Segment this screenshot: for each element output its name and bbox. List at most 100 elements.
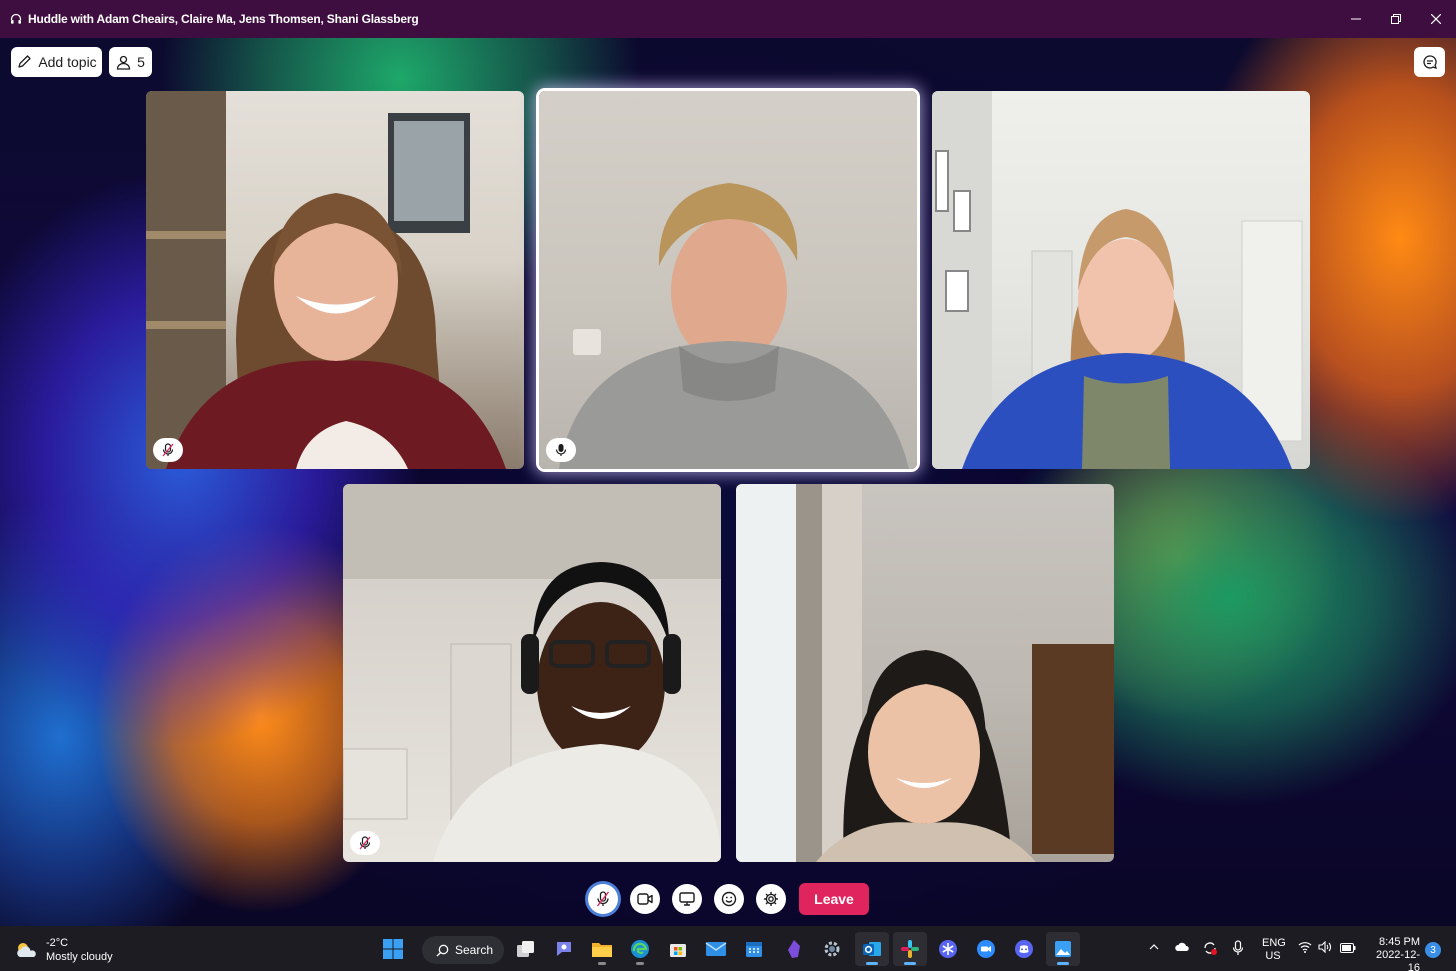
show-hidden-icons-button[interactable] [1148,940,1160,958]
video-tile-participant-4[interactable] [343,484,721,862]
discord-icon [1015,940,1033,958]
photos-button[interactable] [1046,932,1080,966]
app-button-snowflake[interactable] [931,932,965,966]
folder-icon [592,943,612,957]
mic-icon [555,444,567,456]
speaker-icon [1318,940,1332,954]
outlook-icon [863,942,881,956]
toggle-mic-button[interactable] [588,884,618,914]
sync-icon [1204,942,1217,955]
running-indicator [1057,962,1069,965]
language-code: ENG [1262,937,1286,949]
share-screen-button[interactable] [672,884,702,914]
weather-condition: Mostly cloudy [46,951,113,963]
window-title: Huddle with Adam Cheairs, Claire Ma, Jen… [28,12,419,26]
participant-video [146,91,506,469]
chat-bubble-icon [1422,55,1437,70]
thread-button[interactable] [1414,47,1445,77]
video-camera-icon [637,893,653,905]
restore-icon [1391,14,1401,24]
leave-button[interactable]: Leave [799,883,869,915]
running-indicator [904,962,916,965]
windows-taskbar: -2°C Mostly cloudy Search ENG US 8:45 PM… [0,926,1456,971]
emoji-icon [721,891,737,907]
sync-tray-icon[interactable] [1202,940,1218,961]
obsidian-button[interactable] [777,932,811,966]
mic-on-indicator [546,438,576,462]
minimize-button[interactable] [1336,0,1376,38]
pencil-icon [18,55,31,68]
screen-share-icon [679,892,695,906]
participant-video [736,484,1114,862]
mail-button[interactable] [699,932,733,966]
file-explorer-button[interactable] [585,932,619,966]
participants-button[interactable]: 5 [109,47,152,77]
close-button[interactable] [1416,0,1456,38]
region-code: US [1265,950,1281,962]
taskbar-search[interactable]: Search [422,936,504,964]
participant-count: 5 [137,54,145,70]
calendar-icon [746,942,762,957]
microsoft-store-button[interactable] [661,932,695,966]
partly-cloudy-icon [17,943,36,957]
cloud-icon [1175,942,1189,951]
minimize-icon [1351,18,1361,20]
snowflake-icon [939,940,957,958]
zoom-button[interactable] [969,932,1003,966]
edge-icon [631,940,649,958]
mic-off-icon [162,443,174,457]
zoom-icon [977,940,995,958]
edge-button[interactable] [623,932,657,966]
title-bar: Huddle with Adam Cheairs, Claire Ma, Jen… [0,0,1456,38]
search-label: Search [455,943,494,957]
outlook-button[interactable] [855,932,889,966]
add-topic-label: Add topic [38,54,97,70]
running-indicator [866,962,878,965]
volume-tray-icon[interactable] [1318,940,1332,958]
gear-icon [824,941,840,957]
calendar-button[interactable] [737,932,771,966]
battery-tray-icon[interactable] [1340,940,1356,958]
notification-badge[interactable]: 3 [1425,942,1441,958]
onedrive-tray-icon[interactable] [1174,940,1190,959]
microphone-tray-icon[interactable] [1232,940,1244,961]
task-view-icon [517,941,534,957]
running-indicator [598,962,606,965]
system-clock[interactable]: 8:45 PM 2022-12-16 [1364,936,1420,971]
mic-off-icon [359,836,371,850]
settings-app-button[interactable] [815,932,849,966]
video-tile-participant-3[interactable] [932,91,1310,469]
slack-icon [901,940,919,958]
reactions-button[interactable] [714,884,744,914]
wifi-icon [1298,942,1312,953]
participant-video [932,91,1303,469]
wifi-tray-icon[interactable] [1298,940,1312,958]
headphones-icon [10,12,24,26]
restore-button[interactable] [1376,0,1416,38]
close-icon [1431,14,1441,24]
clock-date: 2022-12-16 [1375,949,1420,971]
video-tile-participant-2[interactable] [539,91,917,469]
gear-icon [763,891,779,907]
input-language-indicator[interactable]: ENG US [1262,937,1286,963]
start-button[interactable] [376,932,410,966]
video-tile-participant-1[interactable] [146,91,524,469]
settings-button[interactable] [756,884,786,914]
chat-icon [557,942,571,956]
windows-logo-icon [383,939,403,959]
slack-button[interactable] [893,932,927,966]
toggle-video-button[interactable] [630,884,660,914]
clock-time: 8:45 PM [1379,936,1420,948]
teams-chat-button[interactable] [547,932,581,966]
participant-video [559,183,909,469]
battery-icon [1340,943,1356,953]
video-tile-participant-5[interactable] [736,484,1114,862]
weather-widget[interactable]: -2°C Mostly cloudy [14,936,113,964]
add-topic-button[interactable]: Add topic [11,47,102,77]
discord-button[interactable] [1007,932,1041,966]
mail-icon [705,942,727,956]
huddle-window: Huddle with Adam Cheairs, Claire Ma, Jen… [0,0,1456,971]
task-view-button[interactable] [509,932,543,966]
huddle-stage: Add topic 5 Leave [0,38,1456,926]
participant-video [343,484,721,862]
